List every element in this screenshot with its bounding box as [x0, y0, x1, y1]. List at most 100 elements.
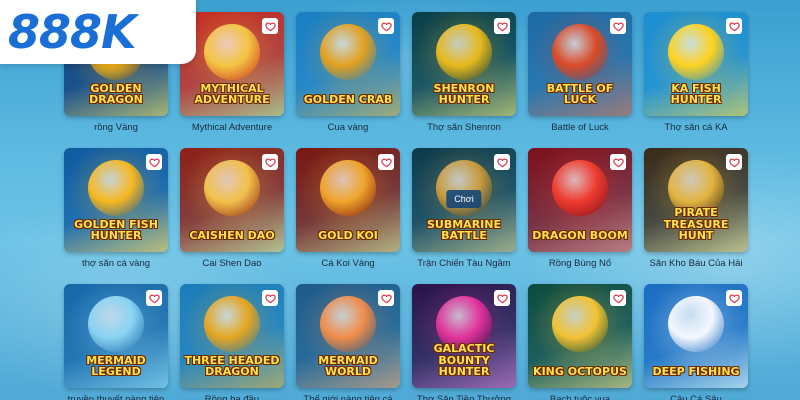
game-artwork	[88, 295, 144, 352]
game-artwork	[436, 23, 492, 80]
brand-logo[interactable]: 888K	[0, 0, 196, 64]
game-artwork	[552, 23, 608, 80]
game-label[interactable]: Cai Shen Dao	[180, 258, 284, 269]
game-label[interactable]: Thế giới nàng tiên cá	[296, 394, 400, 400]
favorite-heart-icon[interactable]	[378, 290, 394, 306]
game-thumbnail[interactable]: King Octopus	[528, 284, 632, 388]
game-thumbnail[interactable]: Three Headed Dragon	[180, 284, 284, 388]
game-card[interactable]: Caishen Dao Cai Shen Dao	[180, 148, 284, 269]
game-artwork	[204, 23, 260, 80]
favorite-heart-icon[interactable]	[262, 290, 278, 306]
game-card[interactable]: Battle of Luck Battle of Luck	[528, 12, 632, 133]
game-card[interactable]: Galactic Bounty Hunter Thợ Săn Tiền Thưởn…	[412, 284, 516, 400]
game-label[interactable]: Câu Cá Sâu	[644, 394, 748, 400]
game-thumbnail-title: Golden Fish Hunter	[74, 217, 158, 243]
favorite-heart-icon[interactable]	[262, 18, 278, 34]
game-label[interactable]: Rồng ba đầu	[180, 394, 284, 400]
game-card[interactable]: Deep Fishing Câu Cá Sâu	[644, 284, 748, 400]
game-thumbnail-title: Submarine Battle	[427, 217, 501, 243]
favorite-heart-icon[interactable]	[146, 290, 162, 306]
favorite-heart-icon[interactable]	[378, 18, 394, 34]
game-card[interactable]: Three Headed Dragon Rồng ba đầu	[180, 284, 284, 400]
game-thumbnail-title: Pirate Treasure Hunt	[663, 206, 729, 243]
game-thumbnail-title: Dragon Boom	[532, 229, 628, 243]
game-thumbnail[interactable]: Mermaid World	[296, 284, 400, 388]
game-thumbnail-title: Battle of Luck	[546, 81, 614, 107]
game-label[interactable]: Thợ săn Shenron	[412, 122, 516, 133]
game-label[interactable]: Săn Kho Báu Của Hải	[644, 258, 748, 269]
game-thumbnail[interactable]: Caishen Dao	[180, 148, 284, 252]
game-thumbnail[interactable]: Golden Fish Hunter	[64, 148, 168, 252]
favorite-heart-icon[interactable]	[378, 154, 394, 170]
game-card[interactable]: Mermaid Legend truyền thuyết nàng tiên	[64, 284, 168, 400]
game-label[interactable]: Cá Koi Vàng	[296, 258, 400, 269]
game-thumbnail-title: Gold Koi	[318, 229, 378, 243]
game-thumbnail[interactable]: Mermaid Legend	[64, 284, 168, 388]
game-thumbnail-title: Mermaid World	[318, 353, 378, 379]
game-label[interactable]: rồng Vàng	[64, 122, 168, 133]
game-label[interactable]: Thợ săn cá KA	[644, 122, 748, 133]
game-thumbnail[interactable]: Dragon Boom	[528, 148, 632, 252]
play-button[interactable]: Chơi	[446, 190, 482, 208]
favorite-heart-icon[interactable]	[726, 154, 742, 170]
game-card[interactable]: Golden Fish Hunter thợ săn cá vàng	[64, 148, 168, 269]
game-label[interactable]: Thợ Săn Tiền Thưởng	[412, 394, 516, 400]
game-thumbnail[interactable]: KA Fish Hunter	[644, 12, 748, 116]
game-artwork	[552, 295, 608, 352]
game-artwork	[320, 295, 376, 352]
game-thumbnail[interactable]: Shenron Hunter	[412, 12, 516, 116]
logo-text: 888K	[8, 5, 137, 59]
game-thumbnail[interactable]: Submarine Battle Chơi	[412, 148, 516, 252]
favorite-heart-icon[interactable]	[494, 18, 510, 34]
game-thumbnail[interactable]: Galactic Bounty Hunter	[412, 284, 516, 388]
game-thumbnail-title: Galactic Bounty Hunter	[433, 342, 495, 379]
game-thumbnail-title: Golden Crab	[303, 93, 393, 107]
game-artwork	[552, 159, 608, 216]
game-card[interactable]: Gold Koi Cá Koi Vàng	[296, 148, 400, 269]
game-card[interactable]: Mermaid World Thế giới nàng tiên cá	[296, 284, 400, 400]
game-thumbnail[interactable]: Battle of Luck	[528, 12, 632, 116]
favorite-heart-icon[interactable]	[262, 154, 278, 170]
favorite-heart-icon[interactable]	[726, 290, 742, 306]
game-label[interactable]: Rồng Bùng Nổ	[528, 258, 632, 269]
game-thumbnail[interactable]: Pirate Treasure Hunt	[644, 148, 748, 252]
game-label[interactable]: Trận Chiến Tàu Ngầm	[412, 258, 516, 269]
game-artwork	[668, 23, 724, 80]
game-artwork	[204, 295, 260, 352]
game-card[interactable]: Submarine Battle Chơi Trận Chiến Tàu Ngầm	[412, 148, 516, 269]
game-card[interactable]: Pirate Treasure Hunt Săn Kho Báu Của Hải	[644, 148, 748, 269]
game-thumbnail[interactable]: Deep Fishing	[644, 284, 748, 388]
game-artwork	[668, 295, 724, 352]
game-thumbnail-title: King Octopus	[533, 365, 627, 379]
game-card[interactable]: Dragon Boom Rồng Bùng Nổ	[528, 148, 632, 269]
game-card[interactable]: Golden Crab Cua vàng	[296, 12, 400, 133]
game-thumbnail-title: Caishen Dao	[189, 229, 275, 243]
game-label[interactable]: thợ săn cá vàng	[64, 258, 168, 269]
game-label[interactable]: Bạch tuộc vua	[528, 394, 632, 400]
game-thumbnail-title: Shenron Hunter	[433, 81, 495, 107]
favorite-heart-icon[interactable]	[494, 154, 510, 170]
favorite-heart-icon[interactable]	[494, 290, 510, 306]
game-thumbnail[interactable]: Golden Crab	[296, 12, 400, 116]
game-label[interactable]: Cua vàng	[296, 122, 400, 133]
favorite-heart-icon[interactable]	[146, 154, 162, 170]
game-thumbnail-title: KA Fish Hunter	[670, 81, 722, 107]
game-artwork	[204, 159, 260, 216]
game-card[interactable]: Shenron Hunter Thợ săn Shenron	[412, 12, 516, 133]
favorite-heart-icon[interactable]	[610, 154, 626, 170]
favorite-heart-icon[interactable]	[610, 18, 626, 34]
favorite-heart-icon[interactable]	[726, 18, 742, 34]
game-card[interactable]: King Octopus Bạch tuộc vua	[528, 284, 632, 400]
game-artwork	[88, 159, 144, 216]
game-thumbnail-title: Mermaid Legend	[86, 353, 146, 379]
favorite-heart-icon[interactable]	[610, 290, 626, 306]
game-card[interactable]: KA Fish Hunter Thợ săn cá KA	[644, 12, 748, 133]
game-label[interactable]: Battle of Luck	[528, 122, 632, 133]
game-thumbnail[interactable]: Gold Koi	[296, 148, 400, 252]
game-label[interactable]: Mythical Adventure	[180, 122, 284, 133]
game-thumbnail-title: Deep Fishing	[652, 365, 740, 379]
game-thumbnail-title: Three Headed Dragon	[184, 353, 280, 379]
game-label[interactable]: truyền thuyết nàng tiên	[64, 394, 168, 400]
game-artwork	[320, 159, 376, 216]
game-thumbnail-title: Golden Dragon	[89, 81, 143, 107]
